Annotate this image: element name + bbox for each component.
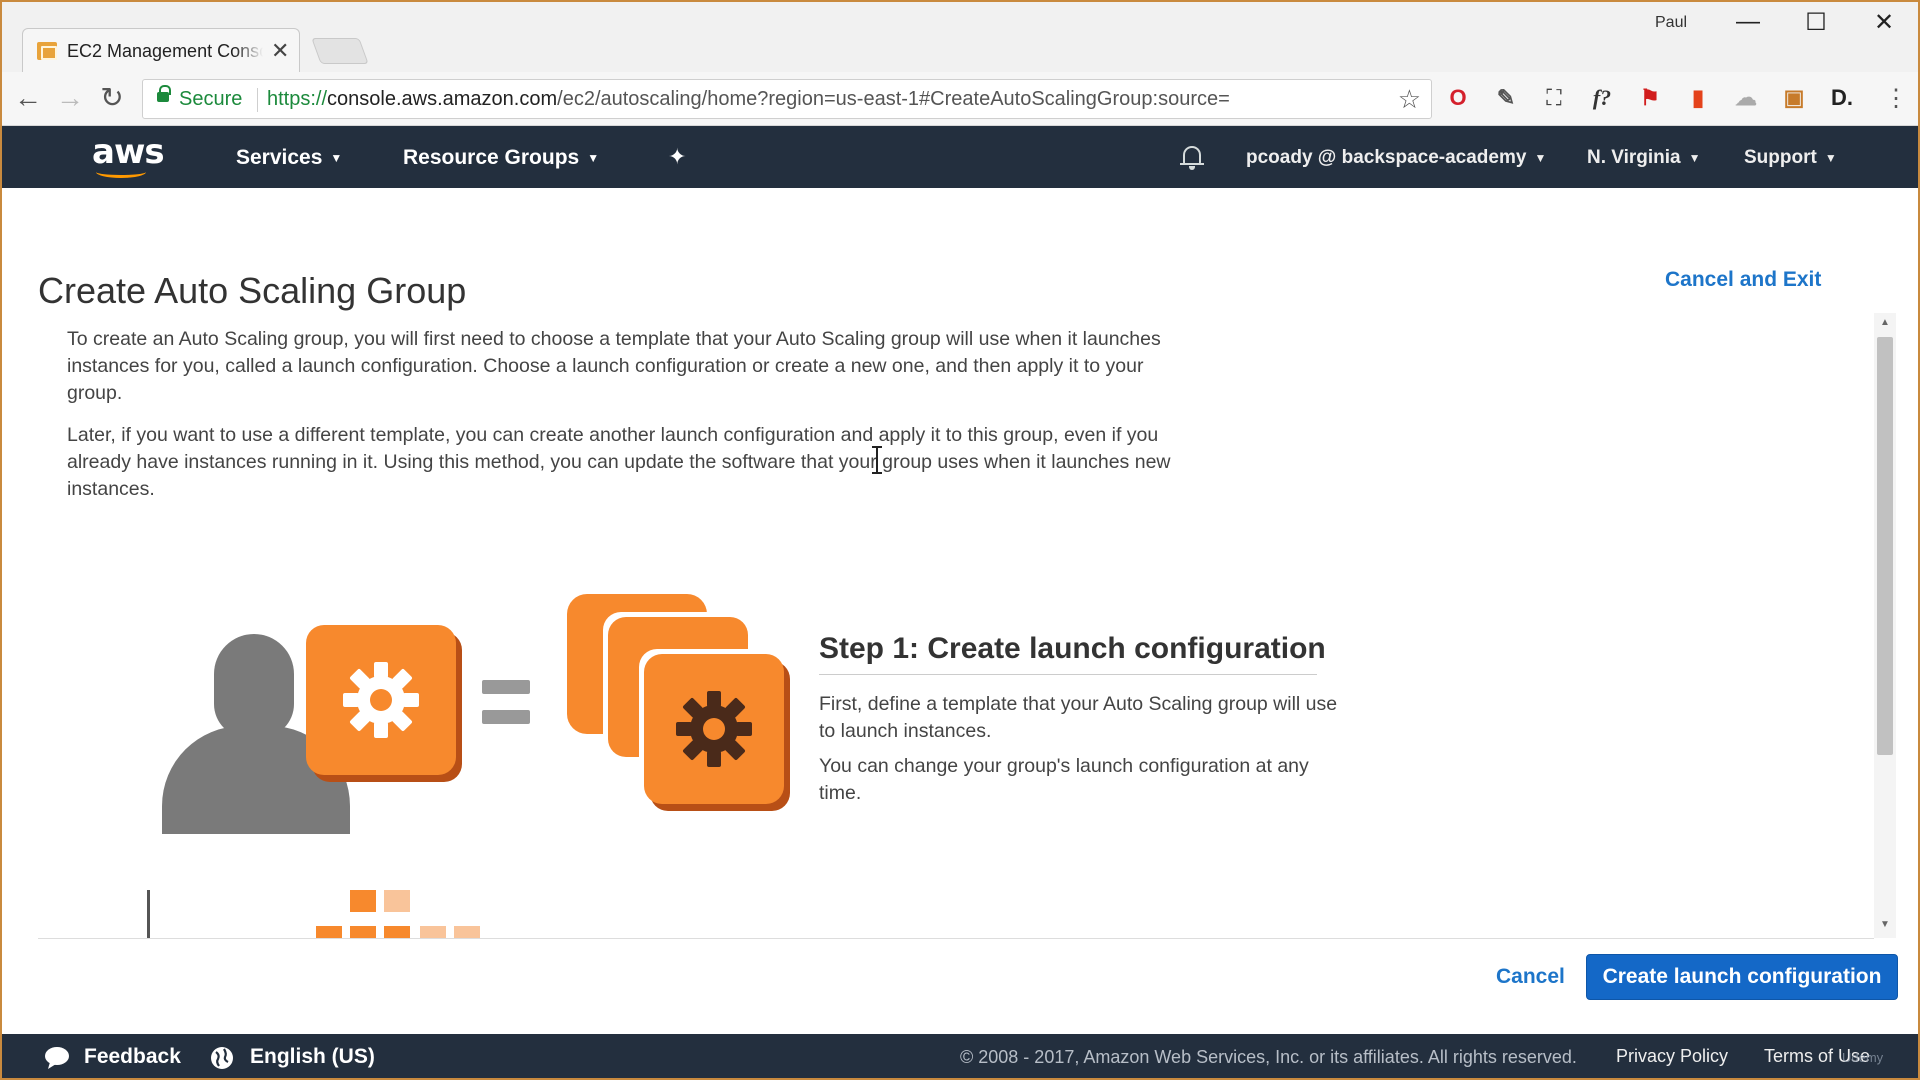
secure-label: Secure — [179, 88, 243, 110]
feedback-button[interactable]: Feedback — [84, 1045, 181, 1069]
maximize-icon[interactable]: ☐ — [1796, 8, 1836, 37]
equals-icon — [482, 680, 530, 726]
address-bar[interactable]: Secure https://console.aws.amazon.com/ec… — [142, 79, 1432, 119]
profile-name[interactable]: Paul — [1655, 14, 1687, 32]
intro-paragraph: To create an Auto Scaling group, you wil… — [67, 328, 1161, 404]
content-scrollbar[interactable]: ▲ ▼ — [1874, 313, 1896, 938]
aws-navbar: aws Services ▼ Resource Groups ▼ ✦ pcoady … — [0, 126, 1920, 188]
services-label: Services — [236, 146, 323, 169]
text-cursor-icon — [870, 446, 884, 474]
url-scheme: https:// — [267, 88, 328, 110]
instance-square-icon — [350, 890, 376, 912]
copyright-text: © 2008 - 2017, Amazon Web Services, Inc.… — [960, 1047, 1577, 1067]
chevron-down-icon: ▼ — [330, 151, 343, 166]
account-label: pcoady @ backspace-academy — [1246, 147, 1527, 168]
browser-tab[interactable]: EC2 Management Conso ✕ — [22, 28, 300, 72]
launch-template-card-icon — [306, 625, 456, 775]
aws-logo[interactable]: aws — [92, 132, 165, 178]
chevron-down-icon: ▼ — [1688, 150, 1701, 165]
url-text[interactable]: https://console.aws.amazon.com/ec2/autos… — [267, 88, 1230, 111]
content-divider — [38, 938, 1874, 939]
url-host: console.aws.amazon.com — [327, 88, 558, 110]
support-label: Support — [1744, 147, 1817, 168]
intro-paragraph-2: Later, if you want to use a different te… — [67, 424, 1171, 500]
pin-icon[interactable]: ✦ — [668, 144, 686, 170]
scroll-down-icon[interactable]: ▼ — [1874, 919, 1896, 930]
language-selector[interactable]: English (US) — [250, 1045, 375, 1069]
address-divider — [257, 88, 258, 112]
resource-groups-label: Resource Groups — [403, 146, 580, 169]
chevron-down-icon: ▼ — [1824, 150, 1837, 165]
eyedropper-icon[interactable]: ✎ — [1494, 86, 1518, 110]
aws-smile-icon — [96, 166, 146, 178]
account-menu[interactable]: pcoady @ backspace-academy ▼ — [1246, 147, 1546, 169]
instance-square-icon — [384, 890, 410, 912]
feedback-icon — [44, 1046, 69, 1069]
cloud-icon[interactable]: ☁ — [1734, 86, 1758, 110]
chevron-down-icon: ▼ — [587, 151, 600, 166]
screenshot-icon[interactable]: ⛶ — [1542, 86, 1566, 110]
udemy-watermark: Udemy — [1842, 1050, 1884, 1065]
region-label: N. Virginia — [1587, 147, 1681, 168]
minimize-icon[interactable]: — — [1728, 8, 1768, 36]
close-tab-icon[interactable]: ✕ — [271, 38, 289, 64]
tab-title: EC2 Management Conso — [67, 41, 263, 62]
gift-icon[interactable]: ▣ — [1782, 86, 1806, 110]
browser-menu-icon[interactable]: ⋮ — [1884, 84, 1908, 113]
chevron-down-icon: ▼ — [1534, 150, 1547, 165]
reload-icon[interactable]: ↻ — [94, 84, 130, 112]
services-menu[interactable]: Services ▼ — [236, 146, 342, 170]
back-icon[interactable]: ← — [10, 84, 46, 112]
star-icon[interactable]: ☆ — [1398, 84, 1421, 115]
forward-icon[interactable]: → — [52, 84, 88, 112]
scrollbar-thumb[interactable] — [1877, 337, 1893, 755]
flag-icon[interactable]: ⚑ — [1638, 86, 1662, 110]
aws-box-icon — [37, 42, 57, 60]
region-menu[interactable]: N. Virginia ▼ — [1587, 147, 1701, 169]
scroll-up-icon[interactable]: ▲ — [1874, 317, 1896, 328]
browser-toolbar: ← → ↻ Secure https://console.aws.amazon.… — [0, 72, 1920, 126]
formula-icon[interactable]: f? — [1590, 86, 1614, 110]
close-window-icon[interactable]: ✕ — [1864, 8, 1904, 37]
browser-titlebar: EC2 Management Conso ✕ Paul — ☐ ✕ — [0, 0, 1920, 72]
cancel-button[interactable]: Cancel — [1496, 965, 1565, 989]
step-note: You can change your group's launch confi… — [819, 755, 1309, 804]
dictionary-icon[interactable]: D. — [1830, 86, 1854, 110]
support-menu[interactable]: Support ▼ — [1744, 147, 1837, 169]
launch-config-stack-icon — [644, 654, 784, 804]
step-title: Step 1: Create launch configuration — [819, 632, 1326, 665]
gear-icon — [676, 691, 752, 767]
page-title: Create Auto Scaling Group — [38, 270, 467, 311]
globe-icon — [210, 1046, 234, 1069]
bell-icon[interactable] — [1180, 144, 1204, 170]
opera-icon[interactable]: O — [1446, 86, 1470, 110]
lock-icon — [157, 85, 171, 102]
instance-square-icon — [454, 926, 480, 938]
resource-groups-menu[interactable]: Resource Groups ▼ — [403, 146, 599, 170]
step-description: First, define a template that your Auto … — [819, 693, 1338, 742]
console-footer: Feedback English (US) © 2008 - 2017, Ama… — [0, 1034, 1920, 1080]
instance-square-icon — [420, 926, 446, 938]
office-icon[interactable]: ▮ — [1686, 86, 1710, 110]
chart-axis-line — [147, 890, 150, 938]
create-launch-configuration-button[interactable]: Create launch configuration — [1586, 954, 1898, 1000]
instance-square-icon — [316, 926, 342, 938]
instance-square-icon — [384, 926, 410, 938]
step-divider — [819, 674, 1317, 675]
cancel-and-exit-link[interactable]: Cancel and Exit — [1665, 268, 1821, 292]
new-tab-button[interactable] — [311, 38, 369, 64]
gear-icon — [343, 662, 419, 738]
instance-square-icon — [350, 926, 376, 938]
url-path: /ec2/autoscaling/home?region=us-east-1#C… — [557, 88, 1230, 110]
privacy-policy-link[interactable]: Privacy Policy — [1616, 1046, 1728, 1067]
